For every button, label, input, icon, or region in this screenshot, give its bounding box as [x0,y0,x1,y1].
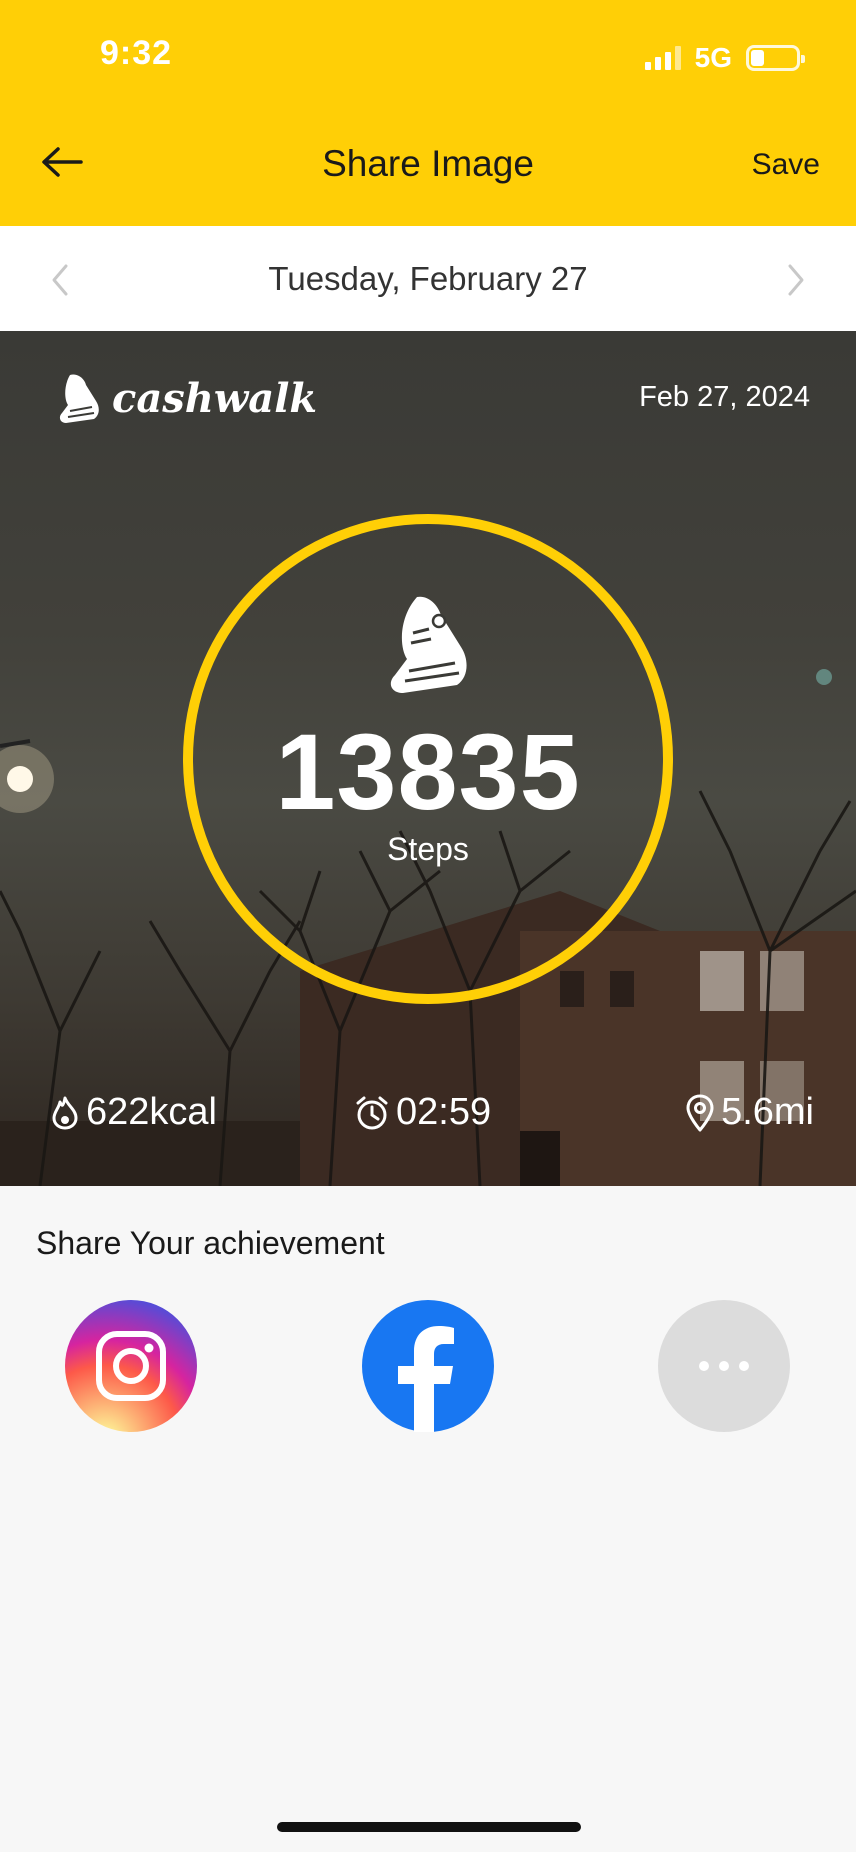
page-title: Share Image [322,143,534,184]
date-navigator: Tuesday, February 27 [0,226,856,331]
save-button[interactable]: Save [752,148,820,182]
instagram-icon [96,1331,166,1401]
app-header: 9:32 5G Share Image Save [0,0,856,226]
share-image-screen: 9:32 5G Share Image Save Tuesday, Februa… [0,0,856,1852]
share-instagram-button[interactable] [65,1300,197,1432]
share-image-card: cashwalk Feb 27, 2024 13835 Steps 622kca… [0,331,856,1186]
distance-stat: 5.6mi [685,1091,814,1134]
calories-stat: 622kcal [50,1091,217,1134]
home-indicator[interactable] [277,1822,581,1832]
duration-value: 02:59 [396,1091,492,1133]
chevron-right-icon [788,264,804,296]
cashwalk-logo: cashwalk [56,371,317,425]
battery-icon [746,45,805,71]
share-section-title: Share Your achievement [36,1225,385,1261]
calories-value: 622kcal [86,1091,217,1133]
alarm-clock-icon [356,1096,388,1129]
next-day-button[interactable] [778,260,814,300]
map-pin-icon [686,1094,714,1131]
card-date: Feb 27, 2024 [639,381,810,413]
signal-icon [644,46,681,70]
status-indicators: 5G [644,38,805,78]
distance-value: 5.6mi [721,1091,814,1133]
share-facebook-button[interactable] [362,1300,494,1432]
facebook-icon [398,1326,454,1432]
steps-label: Steps [387,831,469,867]
flame-icon [52,1096,78,1129]
share-more-button[interactable] [658,1300,790,1432]
current-date: Tuesday, February 27 [268,260,588,297]
duration-stat: 02:59 [354,1091,491,1134]
brand-name: cashwalk [112,374,318,422]
steps-count: 13835 [275,711,581,832]
sneaker-icon [59,374,99,423]
sneaker-icon [390,596,467,693]
network-type: 5G [694,42,732,73]
status-time: 9:32 [100,34,173,72]
more-icon [699,1361,749,1371]
